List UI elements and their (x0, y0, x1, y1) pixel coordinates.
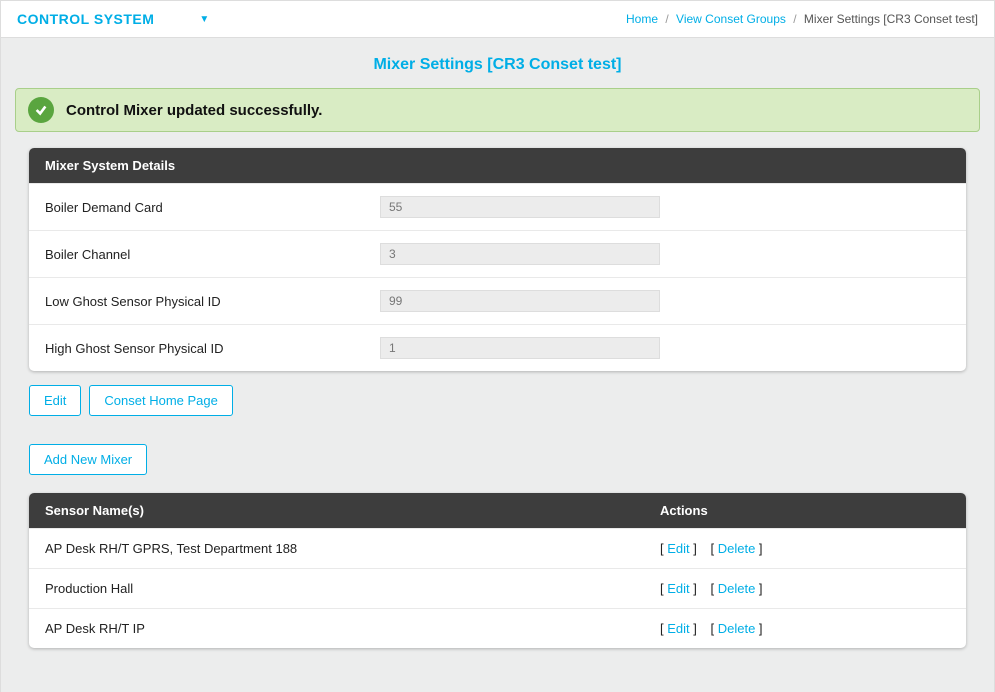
table-row: AP Desk RH/T IP [ Edit ] [ Delete ] (29, 608, 966, 648)
check-circle-icon (28, 97, 54, 123)
breadcrumb-sep: / (793, 12, 796, 26)
button-row: Edit Conset Home Page (29, 385, 966, 416)
field-label: Boiler Channel (45, 247, 380, 262)
form-row: High Ghost Sensor Physical ID (29, 324, 966, 371)
breadcrumb-current: Mixer Settings [CR3 Conset test] (804, 12, 978, 26)
table-row: AP Desk RH/T GPRS, Test Department 188 [… (29, 528, 966, 568)
edit-link[interactable]: Edit (667, 581, 689, 596)
system-label: CONTROL SYSTEM (17, 11, 154, 27)
chevron-down-icon: ▼ (199, 14, 209, 25)
page-body: Mixer Settings [CR3 Conset test] Control… (0, 38, 995, 692)
button-row: Add New Mixer (29, 444, 966, 475)
edit-link[interactable]: Edit (667, 621, 689, 636)
system-dropdown[interactable]: CONTROL SYSTEM ▼ (17, 11, 210, 27)
delete-link[interactable]: Delete (718, 541, 756, 556)
sensor-name: Production Hall (45, 581, 660, 596)
low-ghost-sensor-input[interactable] (380, 290, 660, 312)
row-actions: [ Edit ] [ Delete ] (660, 621, 950, 636)
header-actions: Actions (660, 503, 950, 518)
breadcrumb-groups[interactable]: View Conset Groups (676, 12, 786, 26)
form-row: Low Ghost Sensor Physical ID (29, 277, 966, 324)
delete-link[interactable]: Delete (718, 581, 756, 596)
field-label: Low Ghost Sensor Physical ID (45, 294, 380, 309)
card-header: Mixer System Details (29, 148, 966, 183)
row-actions: [ Edit ] [ Delete ] (660, 541, 950, 556)
boiler-demand-card-input[interactable] (380, 196, 660, 218)
header-name: Sensor Name(s) (45, 503, 660, 518)
breadcrumb: Home / View Conset Groups / Mixer Settin… (626, 12, 978, 26)
field-label: High Ghost Sensor Physical ID (45, 341, 380, 356)
breadcrumb-sep: / (665, 12, 668, 26)
form-row: Boiler Demand Card (29, 183, 966, 230)
mixer-details-card: Mixer System Details Boiler Demand Card … (29, 148, 966, 371)
table-header: Sensor Name(s) Actions (29, 493, 966, 528)
form-row: Boiler Channel (29, 230, 966, 277)
table-row: Production Hall [ Edit ] [ Delete ] (29, 568, 966, 608)
add-new-mixer-button[interactable]: Add New Mixer (29, 444, 147, 475)
sensor-name: AP Desk RH/T GPRS, Test Department 188 (45, 541, 660, 556)
sensor-name: AP Desk RH/T IP (45, 621, 660, 636)
page-title: Mixer Settings [CR3 Conset test] (1, 38, 994, 88)
delete-link[interactable]: Delete (718, 621, 756, 636)
high-ghost-sensor-input[interactable] (380, 337, 660, 359)
field-label: Boiler Demand Card (45, 200, 380, 215)
edit-button[interactable]: Edit (29, 385, 81, 416)
breadcrumb-home[interactable]: Home (626, 12, 658, 26)
sensor-table-card: Sensor Name(s) Actions AP Desk RH/T GPRS… (29, 493, 966, 648)
topbar: CONTROL SYSTEM ▼ Home / View Conset Grou… (0, 0, 995, 38)
alert-success: Control Mixer updated successfully. (15, 88, 980, 132)
conset-home-button[interactable]: Conset Home Page (89, 385, 232, 416)
boiler-channel-input[interactable] (380, 243, 660, 265)
alert-message: Control Mixer updated successfully. (66, 102, 322, 119)
row-actions: [ Edit ] [ Delete ] (660, 581, 950, 596)
edit-link[interactable]: Edit (667, 541, 689, 556)
